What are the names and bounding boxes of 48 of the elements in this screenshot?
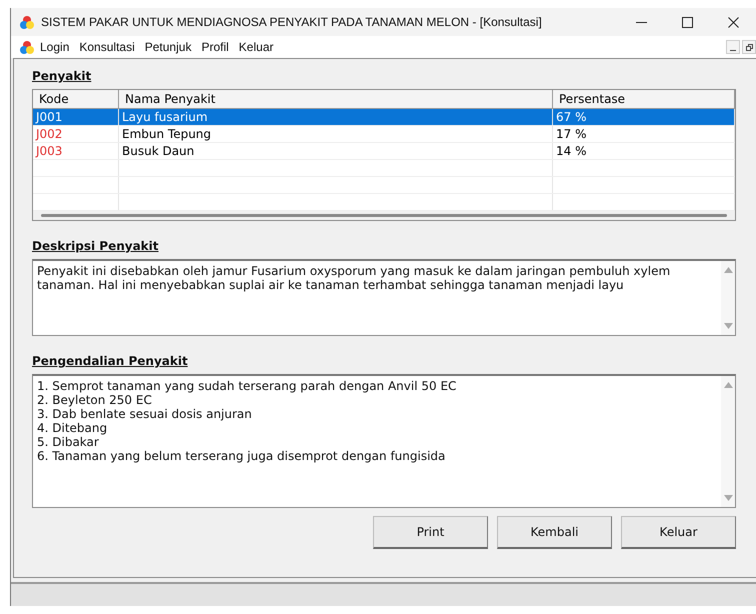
control-step: 5. Dibakar bbox=[37, 435, 681, 449]
action-button[interactable]: Keluar bbox=[621, 516, 736, 549]
menu-item[interactable]: Login bbox=[35, 40, 74, 54]
scroll-up-icon bbox=[724, 267, 732, 273]
column-header[interactable]: Kode bbox=[33, 90, 119, 108]
table-row[interactable]: J003 Busuk Daun 14 % bbox=[33, 143, 735, 160]
table-cell: J002 bbox=[33, 126, 119, 142]
column-header[interactable]: Persentase bbox=[553, 90, 735, 108]
control-step: 6. Tanaman yang belum terserang juga disemprot dengan fungisida bbox=[37, 449, 681, 463]
menu-item[interactable]: Konsultasi bbox=[74, 40, 140, 54]
scroll-down-icon bbox=[724, 323, 732, 329]
table-row[interactable]: J001 Layu fusarium 67 % bbox=[33, 109, 735, 126]
text-area[interactable]: Penyakit ini disebabkan oleh jamur Fusarium oxysporum yang masuk ke dalam jaringan pembuluh xylem tanaman. Hal ini menyebabkan suplai air ke tanaman terhambat sehingga tanaman menjadi layu bbox=[32, 259, 736, 336]
action-button[interactable]: Kembali bbox=[497, 516, 612, 549]
description-text: Penyakit ini disebabkan oleh jamur Fusarium oxysporum yang masuk ke dalam jaringan pembuluh xylem tanaman. Hal ini menyebabkan suplai air ke tanaman terhambat sehingga tanaman menjadi layu bbox=[37, 264, 670, 292]
table-cell: Embun Tepung bbox=[119, 126, 553, 142]
section-heading: Penyakit bbox=[32, 69, 92, 83]
scroll-down-icon bbox=[724, 495, 732, 501]
app-logo-icon bbox=[19, 14, 35, 30]
control-step: 3. Dab benlate sesuai dosis anjuran bbox=[37, 407, 681, 421]
control-step: 1. Semprot tanaman yang sudah terserang parah dengan Anvil 50 EC bbox=[37, 379, 681, 393]
control-step: 2. Beyleton 250 EC bbox=[37, 393, 681, 407]
table-cell: 17 % bbox=[553, 126, 735, 142]
app-logo-icon bbox=[19, 39, 35, 55]
menu-item[interactable]: Petunjuk bbox=[140, 40, 196, 54]
child-minimize-button[interactable] bbox=[726, 40, 740, 54]
section-heading: Deskripsi Penyakit bbox=[32, 239, 160, 253]
menu-item[interactable]: Keluar bbox=[234, 40, 278, 54]
menu-item[interactable]: Profil bbox=[196, 40, 234, 54]
text-area[interactable] bbox=[32, 374, 736, 508]
table-cell: 67 % bbox=[553, 109, 735, 125]
action-button[interactable]: Print bbox=[373, 516, 488, 549]
table-cell: Layu fusarium bbox=[119, 109, 553, 125]
table-cell: J001 bbox=[33, 109, 119, 125]
child-restore-button[interactable] bbox=[742, 40, 756, 54]
scroll-up-icon bbox=[724, 382, 732, 388]
table-cell: Busuk Daun bbox=[119, 143, 553, 159]
table-row[interactable]: J002 Embun Tepung 17 % bbox=[33, 126, 735, 143]
section-heading: Pengendalian Penyakit bbox=[32, 354, 189, 368]
window-title: SISTEM PAKAR UNTUK MENDIAGNOSA PENYAKIT PADA TANAMAN MELON - [Konsultasi] bbox=[41, 15, 543, 29]
table-cell: 14 % bbox=[553, 143, 735, 159]
maximize-icon bbox=[682, 16, 692, 28]
restore-icon bbox=[745, 43, 753, 51]
horizontal-scrollbar[interactable] bbox=[41, 214, 727, 217]
close-icon bbox=[728, 16, 738, 28]
table-cell: J003 bbox=[33, 143, 119, 159]
control-step: 4. Ditebang bbox=[37, 421, 681, 435]
column-header[interactable]: Nama Penyakit bbox=[119, 90, 553, 108]
